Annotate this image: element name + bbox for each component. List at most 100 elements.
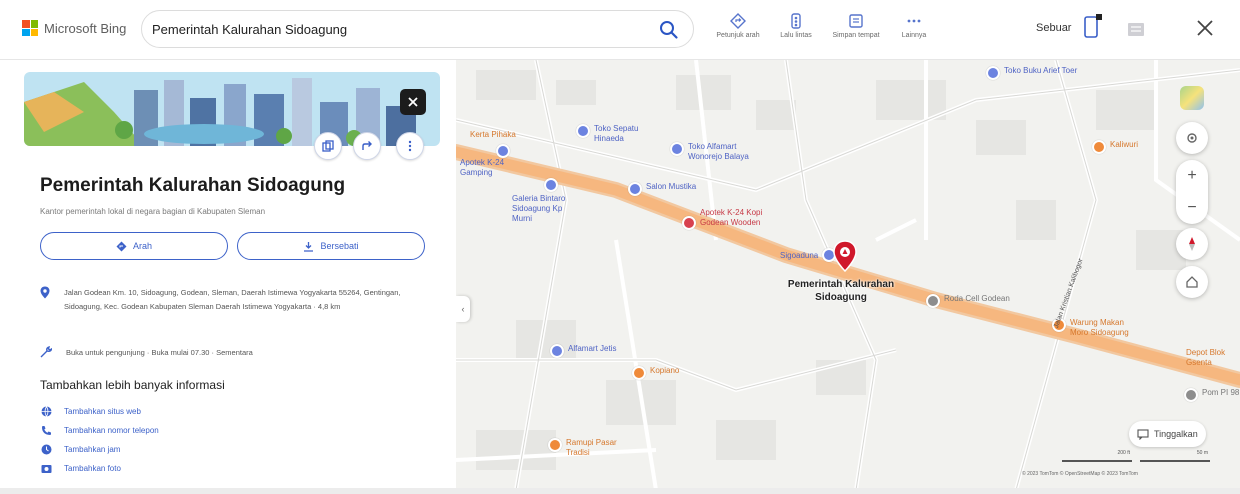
share-icon	[362, 141, 372, 150]
compass-icon[interactable]	[1176, 228, 1208, 260]
poi-icon	[544, 178, 558, 192]
share-button[interactable]	[353, 132, 381, 160]
address-text: Jalan Godean Km. 10, Sidoagung, Godean, …	[64, 288, 401, 311]
tool-label: Lalu lintas	[780, 32, 812, 39]
clock-icon	[40, 444, 52, 456]
map-canvas[interactable]: Toko Buku Arief Toer Toko Sepatu Hinaeda…	[456, 60, 1240, 490]
search-input[interactable]	[152, 19, 652, 39]
poi-marker[interactable]: Toko Alfamart Wonorejo Balaya	[670, 142, 758, 162]
feedback-button[interactable]: Tinggalkan	[1129, 421, 1206, 447]
more-vertical-icon	[408, 140, 412, 152]
directions-button[interactable]: Arah	[40, 232, 228, 260]
more-info-list: Tambahkan situs web Tambahkan nomor tele…	[40, 402, 159, 478]
compass-control[interactable]	[1176, 228, 1208, 260]
poi-marker[interactable]: Toko Sepatu Hinaeda	[576, 124, 649, 144]
location-icon	[40, 286, 50, 299]
map-layers-button[interactable]	[1180, 86, 1204, 110]
close-icon	[408, 97, 418, 107]
poi-marker[interactable]: Depot Blok Gsenta	[1186, 348, 1236, 368]
poi-icon	[1184, 388, 1198, 402]
more-item-label: Tambahkan situs web	[64, 407, 141, 416]
poi-icon	[986, 66, 1000, 80]
mobile-phone-icon[interactable]	[1083, 14, 1103, 40]
tool-label: Petunjuk arah	[716, 32, 760, 39]
poi-marker[interactable]: Salon Mustika	[628, 182, 696, 196]
poi-marker[interactable]: Apotek K-24 Gamping	[460, 144, 520, 178]
save-icon	[304, 241, 314, 252]
map-attribution: © 2023 TomTom © OpenStreetMap © 2023 Tom…	[1022, 471, 1138, 477]
search-icon[interactable]	[659, 20, 679, 40]
add-website-link[interactable]: Tambahkan situs web	[40, 402, 159, 421]
home-icon[interactable]	[1176, 266, 1208, 298]
collapse-panel-button[interactable]: ‹	[456, 296, 470, 322]
traffic-icon	[791, 13, 801, 29]
add-photo-link[interactable]: Tambahkan foto	[40, 459, 159, 478]
close-icon[interactable]	[1195, 18, 1215, 38]
add-phone-link[interactable]: Tambahkan nomor telepon	[40, 421, 159, 440]
directions-icon	[116, 241, 127, 251]
poi-marker[interactable]: Kaliwuri	[1092, 140, 1138, 154]
poi-marker[interactable]: Pom PI 98	[1184, 388, 1240, 402]
signin-link[interactable]: Sebuar	[1036, 22, 1071, 34]
tool-label: Lainnya	[901, 32, 927, 39]
bing-logo[interactable]: Microsoft Bing	[22, 20, 126, 36]
poi-icon	[628, 182, 642, 196]
more-tool-button[interactable]: Lainnya	[886, 13, 942, 39]
poi-icon	[682, 216, 696, 230]
save-label: Bersebati	[320, 241, 359, 251]
save-place-icon	[849, 14, 863, 28]
poi-marker[interactable]: Sigoaduna	[780, 248, 837, 262]
wrench-icon	[40, 346, 52, 358]
zoom-out-icon[interactable]: −	[1176, 192, 1208, 224]
feedback-icon	[1137, 428, 1149, 440]
poi-icon	[576, 124, 590, 138]
more-info-heading: Tambahkan lebih banyak informasi	[40, 378, 225, 392]
add-hours-link[interactable]: Tambahkan jam	[40, 440, 159, 459]
poi-marker[interactable]: Kerta Pihaka	[456, 130, 516, 144]
more-item-label: Tambahkan nomor telepon	[64, 426, 159, 435]
poi-marker[interactable]: Toko Buku Arief Toer	[986, 66, 1077, 80]
save-button[interactable]: Bersebati	[237, 232, 425, 260]
more-icon	[907, 19, 921, 23]
poi-marker[interactable]: Alfamart Jetis	[550, 344, 616, 358]
poi-marker[interactable]: Roda Cell Godean	[926, 294, 1010, 308]
locate-control[interactable]	[1176, 122, 1208, 154]
more-item-label: Tambahkan jam	[64, 445, 121, 454]
details-panel: Pemerintah Kalurahan Sidoagung Kantor pe…	[0, 60, 456, 494]
poi-icon	[926, 294, 940, 308]
feedback-label: Tinggalkan	[1154, 429, 1198, 439]
poi-marker[interactable]: Apotek K-24 Kopi Godean Wooden	[682, 208, 770, 230]
traffic-tool-button[interactable]: Lalu lintas	[768, 13, 824, 39]
zoom-in-icon[interactable]: +	[1176, 160, 1208, 192]
poi-marker[interactable]: Ramupi Pasar Tradisi	[548, 438, 626, 458]
address-row[interactable]: Jalan Godean Km. 10, Sidoagung, Godean, …	[40, 286, 414, 314]
location-pin-icon[interactable]	[833, 240, 857, 272]
directions-tool-button[interactable]: Petunjuk arah	[710, 13, 766, 39]
hours-row[interactable]: Buka untuk pengunjung · Buka mulai 07.30…	[40, 346, 253, 358]
brand-name: Microsoft Bing	[44, 20, 127, 36]
scale-label: 200 ft	[1117, 450, 1130, 456]
hours-text: Buka untuk pengunjung · Buka mulai 07.30…	[66, 347, 253, 357]
poi-icon	[1092, 140, 1106, 154]
search-box[interactable]	[141, 10, 694, 48]
poi-icon	[496, 144, 510, 158]
copy-button[interactable]	[314, 132, 342, 160]
poi-marker[interactable]: Kopiano	[632, 366, 679, 380]
pin-label: Pemerintah Kalurahan Sidoagung	[787, 279, 895, 303]
phone-icon	[40, 425, 52, 437]
home-control[interactable]	[1176, 266, 1208, 298]
place-subtitle: Kantor pemerintah lokal di negara bagian…	[40, 207, 266, 216]
map-base-roads	[456, 60, 1240, 490]
save-place-tool-button[interactable]: Simpan tempat	[828, 13, 884, 39]
locate-me-icon[interactable]	[1176, 122, 1208, 154]
close-card-button[interactable]	[400, 89, 426, 115]
rewards-icon[interactable]	[1127, 22, 1145, 38]
poi-icon	[670, 142, 684, 156]
poi-marker[interactable]: Warung Makan Moro Sidoagung	[1052, 318, 1136, 338]
poi-marker[interactable]: Galeria Bintaro Sidoagung Kp Murni	[512, 178, 568, 224]
more-options-button[interactable]	[396, 132, 424, 160]
poi-icon	[632, 366, 646, 380]
copy-icon	[322, 140, 334, 152]
scale-label: 50 m	[1196, 450, 1208, 456]
microsoft-logo-icon	[22, 20, 38, 36]
